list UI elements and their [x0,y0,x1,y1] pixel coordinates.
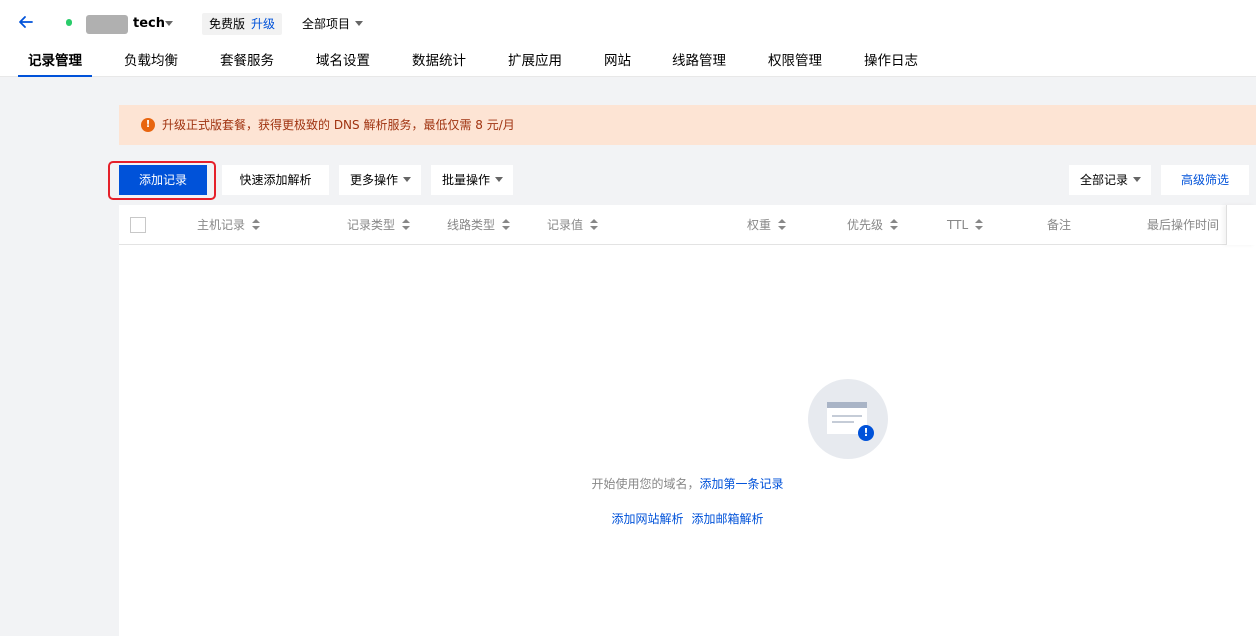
empty-state-message: 开始使用您的域名，添加第一条记录 [119,476,1256,492]
domain-status-dot [66,19,72,26]
table-header: 主机记录 记录类型 线路类型 记录值 权重 优先级 TTL 备注 最后操作时间 [119,205,1229,245]
empty-state-illustration: ! [808,379,888,459]
sort-icon[interactable] [975,219,984,230]
sort-icon[interactable] [402,219,411,230]
column-value[interactable]: 记录值 [547,217,599,233]
sort-icon[interactable] [590,219,599,230]
notice-text: 升级正式版套餐，获得更极致的 DNS 解析服务，最低仅需 8 元/月 [162,118,515,132]
chevron-down-icon [495,177,504,182]
quick-add-button[interactable]: 快速添加解析 [222,165,329,195]
domain-dropdown-caret-icon[interactable] [165,21,173,26]
more-actions-dropdown[interactable]: 更多操作 [339,165,421,195]
column-weight[interactable]: 权重 [747,217,787,233]
upgrade-link[interactable]: 升级 [251,17,275,31]
project-select-label: 全部项目 [302,17,351,31]
tab-load-balancing[interactable]: 负载均衡 [124,53,178,77]
column-remark: 备注 [1047,218,1072,232]
project-select[interactable]: 全部项目 [302,15,364,33]
sort-icon[interactable] [890,219,899,230]
records-table: 主机记录 记录类型 线路类型 记录值 权重 优先级 TTL 备注 最后操作时间 … [119,205,1256,636]
alert-badge-icon: ! [858,425,874,441]
tab-operation-log[interactable]: 操作日志 [864,53,918,77]
tab-extensions[interactable]: 扩展应用 [508,53,562,77]
record-filter-dropdown[interactable]: 全部记录 [1069,165,1151,195]
tab-record-management[interactable]: 记录管理 [18,53,92,77]
batch-actions-label: 批量操作 [442,173,491,187]
top-bar: tech 免费版 升级 全部项目 [0,0,1256,46]
tab-package-services[interactable]: 套餐服务 [220,53,274,77]
column-label: 主机记录 [197,218,246,232]
column-label: 记录类型 [347,218,396,232]
record-filter-label: 全部记录 [1080,173,1129,187]
info-icon: ! [141,118,155,132]
tab-line-management[interactable]: 线路管理 [672,53,726,77]
add-mail-record-link[interactable]: 添加邮箱解析 [692,512,764,526]
sort-icon[interactable] [252,219,261,230]
column-label: 权重 [747,218,772,232]
tab-permissions[interactable]: 权限管理 [768,53,822,77]
more-actions-label: 更多操作 [350,173,399,187]
empty-state-actions: 添加网站解析 添加邮箱解析 [119,511,1256,527]
add-website-record-link[interactable]: 添加网站解析 [611,512,683,526]
chevron-down-icon [403,177,412,182]
chevron-down-icon [355,21,364,26]
sort-icon[interactable] [502,219,511,230]
column-label: 线路类型 [447,218,496,232]
domain-name-redacted [86,15,128,34]
tab-domain-settings[interactable]: 域名设置 [316,53,370,77]
plan-badge: 免费版 升级 [202,13,283,35]
add-first-record-link[interactable]: 添加第一条记录 [700,477,784,491]
column-label: TTL [947,218,969,232]
chevron-down-icon [1133,177,1142,182]
back-arrow-icon[interactable] [16,12,36,32]
column-label: 优先级 [847,218,884,232]
column-type[interactable]: 记录类型 [347,217,411,233]
tab-statistics[interactable]: 数据统计 [412,53,466,77]
batch-actions-dropdown[interactable]: 批量操作 [431,165,513,195]
tab-website[interactable]: 网站 [604,53,631,77]
column-priority[interactable]: 优先级 [847,217,899,233]
empty-state-text: 开始使用您的域名， [591,477,700,491]
column-host[interactable]: 主机记录 [197,217,261,233]
tab-bar: 记录管理 负载均衡 套餐服务 域名设置 数据统计 扩展应用 网站 线路管理 权限… [0,46,1256,77]
advanced-filter-button[interactable]: 高级筛选 [1161,165,1249,195]
column-last-modified: 最后操作时间 [1147,218,1220,232]
domain-suffix[interactable]: tech [133,15,165,33]
column-label: 记录值 [547,218,584,232]
main-content: ! 升级正式版套餐，获得更极致的 DNS 解析服务，最低仅需 8 元/月 添加记… [0,77,1256,636]
add-record-button[interactable]: 添加记录 [119,165,207,195]
column-line[interactable]: 线路类型 [447,217,511,233]
plan-label: 免费版 [209,17,246,31]
select-all-checkbox[interactable] [130,217,146,233]
upgrade-notice: ! 升级正式版套餐，获得更极致的 DNS 解析服务，最低仅需 8 元/月 [119,105,1256,145]
sort-icon[interactable] [778,219,787,230]
column-fixed-shadow [1226,205,1256,245]
column-ttl[interactable]: TTL [947,217,984,233]
